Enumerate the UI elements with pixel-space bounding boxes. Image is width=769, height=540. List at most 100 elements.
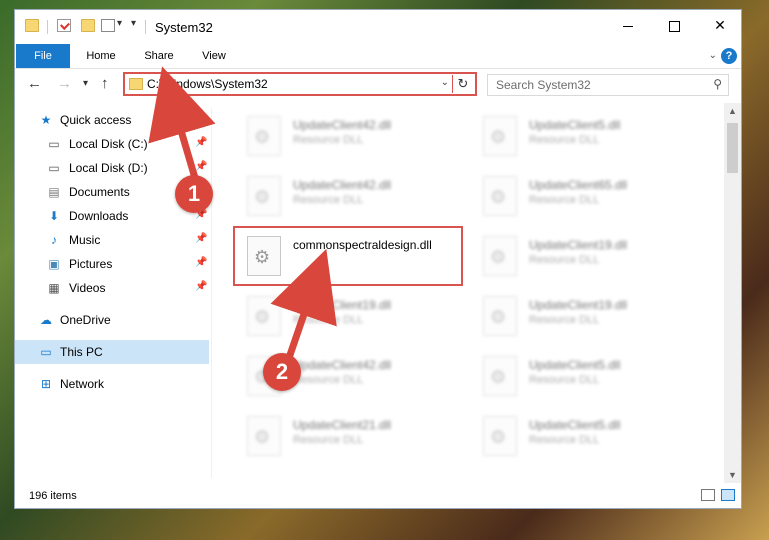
file-type: Resource DLL — [529, 194, 600, 206]
vertical-scrollbar[interactable]: ▲ ▼ — [724, 103, 741, 483]
dll-file-icon — [483, 176, 517, 216]
sidebar-item-videos[interactable]: ▦ Videos 📌 — [15, 276, 209, 300]
pictures-icon: ▣ — [48, 257, 60, 271]
dll-file-icon — [247, 116, 281, 156]
sidebar-item-network[interactable]: ⊞ Network — [15, 372, 209, 396]
sidebar-item-onedrive[interactable]: ☁ OneDrive — [15, 308, 209, 332]
music-icon: ♪ — [51, 233, 57, 247]
close-button[interactable]: ✕ — [697, 10, 743, 40]
dll-file-icon — [247, 176, 281, 216]
minimize-button[interactable] — [605, 10, 651, 40]
file-name: UpdateClient19.dll — [529, 238, 628, 252]
item-count: 196 items — [29, 490, 77, 502]
file-name: UpdateClient5.dll — [529, 358, 621, 372]
sidebar-item-local-disk-c[interactable]: ▭ Local Disk (C:) 📌 — [15, 132, 209, 156]
file-name: UpdateClient21.dll — [293, 418, 392, 432]
recent-locations-icon[interactable]: ▾ — [83, 78, 88, 89]
sidebar-item-local-disk-d[interactable]: ▭ Local Disk (D:) 📌 — [15, 156, 209, 180]
file-item[interactable]: UpdateClient5.dll Resource DLL — [471, 408, 697, 464]
sidebar-item-label: OneDrive — [60, 313, 111, 327]
file-type: Resource DLL — [293, 374, 364, 386]
file-item-commonspectraldesign[interactable]: commonspectraldesign.dll — [233, 226, 463, 286]
folder-icon — [25, 19, 39, 32]
dll-file-icon — [247, 236, 281, 276]
network-icon: ⊞ — [40, 377, 52, 391]
tiles-view-icon[interactable] — [721, 489, 735, 501]
star-icon: ★ — [40, 113, 52, 127]
navigation-pane: ★ Quick access ▭ Local Disk (C:) 📌 ▭ Loc… — [15, 108, 211, 478]
file-name: UpdateClient19.dll — [293, 298, 392, 312]
callout-badge-2: 2 — [263, 353, 301, 391]
sidebar-item-label: Music — [69, 233, 101, 247]
scroll-thumb[interactable] — [727, 123, 738, 173]
scroll-up-icon[interactable]: ▲ — [724, 103, 741, 119]
file-item[interactable]: UpdateClient5.dll Resource DLL — [471, 348, 697, 404]
up-arrow-icon[interactable]: ↑ — [101, 75, 109, 92]
customize-icon[interactable] — [101, 19, 115, 32]
maximize-button[interactable] — [651, 10, 697, 40]
tab-view[interactable]: View — [191, 44, 237, 68]
sidebar-item-label: Documents — [69, 185, 130, 199]
sidebar-item-label: Network — [60, 377, 105, 391]
sidebar-item-quick-access[interactable]: ★ Quick access — [15, 108, 209, 132]
divider — [47, 20, 48, 34]
tab-file[interactable]: File — [16, 44, 70, 68]
minimize-icon — [623, 25, 633, 27]
chevron-down-icon[interactable]: ▾ — [117, 18, 122, 29]
pin-icon[interactable]: 📌 — [195, 161, 207, 172]
file-name: UpdateClient65.dll — [529, 178, 628, 192]
chevron-up-icon[interactable]: ⌄ — [709, 50, 717, 61]
help-icon[interactable]: ? — [721, 48, 737, 64]
dll-file-icon — [483, 236, 517, 276]
sidebar-item-label: Pictures — [69, 257, 113, 271]
file-item[interactable]: UpdateClient19.dll Resource DLL — [471, 288, 697, 344]
file-name: UpdateClient42.dll — [293, 178, 392, 192]
file-item[interactable]: UpdateClient5.dll Resource DLL — [471, 108, 697, 164]
search-input[interactable]: Search System32 ⚲ — [487, 74, 729, 96]
file-type: Resource DLL — [293, 314, 364, 326]
search-icon[interactable]: ⚲ — [713, 77, 722, 91]
tab-home[interactable]: Home — [77, 44, 125, 68]
new-folder-icon[interactable] — [81, 19, 95, 32]
file-item[interactable]: UpdateClient21.dll Resource DLL — [235, 408, 461, 464]
file-name: UpdateClient42.dll — [293, 118, 392, 132]
address-path[interactable]: C:\Windows\System32 — [147, 77, 268, 91]
file-item[interactable]: UpdateClient65.dll Resource DLL — [471, 168, 697, 224]
back-arrow-icon[interactable]: ← — [27, 75, 42, 92]
dll-file-icon — [247, 416, 281, 456]
properties-icon[interactable] — [57, 19, 71, 32]
file-type: Resource DLL — [529, 314, 600, 326]
details-view-icon[interactable] — [701, 489, 715, 501]
chevron-down-icon[interactable]: ⌄ — [441, 77, 449, 88]
maximize-icon — [668, 20, 680, 32]
sidebar-item-music[interactable]: ♪ Music 📌 — [15, 228, 209, 252]
quick-access-dropdown-icon[interactable]: ▾ — [131, 18, 136, 29]
pin-icon[interactable]: 📌 — [195, 233, 207, 244]
pin-icon[interactable]: 📌 — [195, 281, 207, 292]
forward-arrow-icon[interactable]: → — [57, 75, 72, 92]
cloud-icon: ☁ — [40, 313, 52, 327]
file-name: commonspectraldesign.dll — [293, 238, 432, 252]
file-item[interactable]: UpdateClient19.dll Resource DLL — [471, 228, 697, 284]
sidebar-item-pictures[interactable]: ▣ Pictures 📌 — [15, 252, 209, 276]
dll-file-icon — [483, 416, 517, 456]
scroll-down-icon[interactable]: ▼ — [724, 467, 741, 483]
refresh-icon[interactable]: ↻ — [452, 75, 473, 93]
file-item[interactable]: UpdateClient42.dll Resource DLL — [235, 108, 461, 164]
file-type: Resource DLL — [293, 194, 364, 206]
pin-icon[interactable]: 📌 — [195, 137, 207, 148]
sidebar-item-label: This PC — [60, 345, 103, 359]
ribbon: File Home Share View ⌄ ? — [15, 44, 741, 69]
callout-badge-1: 1 — [175, 175, 213, 213]
pin-icon[interactable]: 📌 — [195, 257, 207, 268]
file-item[interactable]: UpdateClient19.dll Resource DLL — [235, 288, 461, 344]
file-list: UpdateClient42.dll Resource DLL UpdateCl… — [225, 106, 725, 480]
sidebar-item-this-pc[interactable]: ▭ This PC — [15, 340, 209, 364]
file-item[interactable]: UpdateClient42.dll Resource DLL — [235, 168, 461, 224]
file-name: UpdateClient42.dll — [293, 358, 392, 372]
address-bar[interactable]: C:\Windows\System32 ⌄ ↻ — [123, 72, 477, 96]
tab-share[interactable]: Share — [135, 44, 183, 68]
drive-icon: ▭ — [48, 137, 60, 151]
dll-file-icon — [483, 356, 517, 396]
pane-splitter[interactable] — [211, 108, 212, 478]
